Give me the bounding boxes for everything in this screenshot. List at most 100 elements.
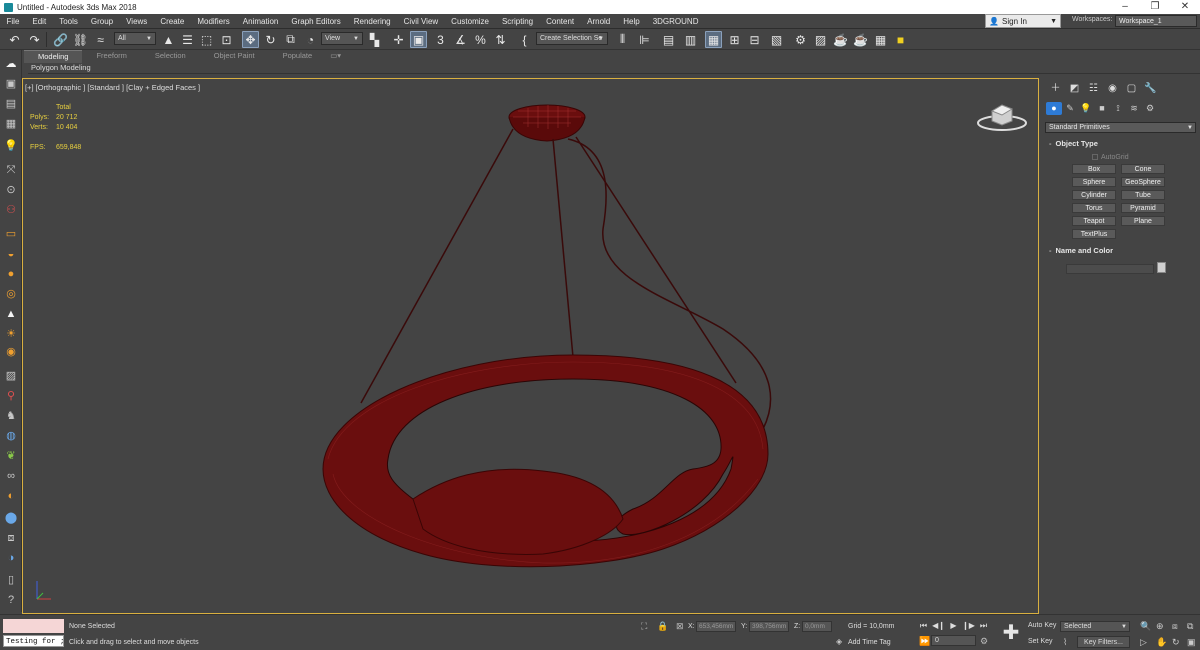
- box-icon[interactable]: ▭: [3, 226, 19, 242]
- key-filters-button[interactable]: Key Filters...: [1077, 636, 1130, 648]
- systems-icon[interactable]: ⚙: [1142, 102, 1158, 115]
- zoom-extents-icon[interactable]: ⧈: [1172, 621, 1178, 632]
- rectangular-selection-icon[interactable]: ⬚: [198, 31, 215, 48]
- geometry-icon[interactable]: ●: [1046, 102, 1062, 115]
- selection-filter-dropdown[interactable]: All ▼: [114, 32, 156, 45]
- tab-selection[interactable]: Selection: [141, 50, 200, 62]
- render-frame-icon[interactable]: ▦: [3, 116, 19, 132]
- go-to-start-icon[interactable]: ⏮: [917, 620, 930, 632]
- material-sphere-icon[interactable]: ⬤: [3, 510, 19, 526]
- select-and-rotate-icon[interactable]: ↻: [262, 31, 279, 48]
- menu-file[interactable]: File: [0, 14, 26, 29]
- autogrid-checkbox[interactable]: AutoGrid: [1092, 154, 1129, 161]
- ribbon-toggle-icon[interactable]: ▦: [705, 31, 722, 48]
- x-coordinate-field[interactable]: 653,456mm: [696, 621, 736, 632]
- menu-civil-view[interactable]: Civil View: [397, 14, 445, 29]
- menu-help[interactable]: Help: [617, 14, 646, 29]
- cone-button[interactable]: Cone: [1121, 164, 1165, 174]
- lights-icon[interactable]: 💡: [1078, 102, 1094, 115]
- menu-tools[interactable]: Tools: [53, 14, 85, 29]
- ribbon-panel-title[interactable]: Polygon Modeling: [28, 63, 91, 72]
- scene-explorer-icon[interactable]: ▤: [660, 31, 677, 48]
- shapes-icon[interactable]: ✎: [1062, 102, 1078, 115]
- pyramid-button[interactable]: Pyramid: [1121, 203, 1165, 213]
- tube-button[interactable]: Tube: [1121, 190, 1165, 200]
- manipulate-icon[interactable]: ✛: [390, 31, 407, 48]
- modify-tab-icon[interactable]: ◩: [1065, 82, 1084, 96]
- sphere-button[interactable]: Sphere: [1072, 177, 1116, 187]
- object-type-rollout[interactable]: - Object Type: [1046, 138, 1194, 150]
- render-setup-icon[interactable]: ⚙: [792, 31, 809, 48]
- biped-icon[interactable]: ♞: [3, 408, 19, 424]
- curve-editor-icon[interactable]: ⊞: [726, 31, 743, 48]
- motion-tab-icon[interactable]: ◉: [1103, 82, 1122, 96]
- maxscript-listener-input[interactable]: Testing for ;: [3, 635, 64, 647]
- menu-arnold[interactable]: Arnold: [581, 14, 617, 29]
- key-selection-dropdown[interactable]: Selected ▼: [1060, 621, 1130, 632]
- helper-icon[interactable]: ⤧: [3, 162, 19, 178]
- y-coordinate-field[interactable]: 398,756mm: [749, 621, 789, 632]
- tab-freeform[interactable]: Freeform: [82, 50, 140, 62]
- hemisphere-icon[interactable]: ◒: [3, 246, 19, 262]
- tab-object-paint[interactable]: Object Paint: [200, 50, 269, 62]
- set-key-button[interactable]: Set Key: [1028, 638, 1053, 645]
- zoom-extents-all-icon[interactable]: ⧉: [1187, 621, 1193, 632]
- viewport-label[interactable]: [+] [Orthographic ] [Standard ] [Clay + …: [25, 83, 200, 92]
- hierarchy-tab-icon[interactable]: ☷: [1084, 82, 1103, 96]
- time-configuration-icon[interactable]: ⚙: [980, 636, 988, 647]
- render-in-cloud-icon[interactable]: ▦: [872, 31, 889, 48]
- maximize-viewport-icon[interactable]: ▣: [1187, 637, 1196, 648]
- previous-frame-icon[interactable]: ◀❙: [932, 620, 945, 632]
- lock-icon[interactable]: 🔒: [657, 621, 668, 632]
- geosphere-button[interactable]: GeoSphere: [1121, 177, 1165, 187]
- pendant-lamp-model[interactable]: [23, 79, 1040, 615]
- layer-manager-icon[interactable]: ▤: [3, 96, 19, 112]
- ribbon-options-icon[interactable]: ▭▾: [326, 50, 345, 62]
- pivot-center-icon[interactable]: ▚: [366, 31, 383, 48]
- target-icon[interactable]: ◉: [3, 344, 19, 360]
- pan-icon[interactable]: ✋: [1156, 637, 1167, 648]
- close-button[interactable]: ✕: [1170, 0, 1200, 14]
- menu-content[interactable]: Content: [540, 14, 581, 29]
- menu-scripting[interactable]: Scripting: [495, 14, 539, 29]
- torus-icon[interactable]: ◎: [3, 286, 19, 302]
- named-selection-set-dropdown[interactable]: Create Selection Se ▼: [536, 32, 608, 45]
- cone-icon[interactable]: ▲: [3, 306, 19, 322]
- rendered-frame-window-icon[interactable]: ▨: [812, 31, 829, 48]
- menu-modifiers[interactable]: Modifiers: [191, 14, 236, 29]
- textplus-button[interactable]: TextPlus: [1072, 229, 1116, 239]
- tab-modeling[interactable]: Modeling: [24, 49, 83, 63]
- menu-graph-editors[interactable]: Graph Editors: [285, 14, 347, 29]
- menu-customize[interactable]: Customize: [445, 14, 496, 29]
- plant-icon[interactable]: ❦: [3, 448, 19, 464]
- object-color-swatch[interactable]: [1157, 262, 1166, 273]
- render-production-icon[interactable]: ☕: [832, 31, 849, 48]
- particle-icon[interactable]: ⚇: [3, 202, 19, 218]
- tab-populate[interactable]: Populate: [269, 50, 327, 62]
- cameras-icon[interactable]: ■: [1094, 102, 1110, 115]
- box-button[interactable]: Box: [1072, 164, 1116, 174]
- select-object-icon[interactable]: ▲: [160, 31, 177, 48]
- rope-icon[interactable]: ∞: [3, 468, 19, 484]
- angle-snap-icon[interactable]: ∡: [452, 31, 469, 48]
- reference-coordinate-dropdown[interactable]: View ▼: [321, 32, 363, 45]
- redo-icon[interactable]: ↷: [26, 31, 43, 48]
- go-to-end-icon[interactable]: ⏭: [977, 620, 990, 632]
- minimize-button[interactable]: –: [1110, 0, 1140, 14]
- menu-views[interactable]: Views: [120, 14, 154, 29]
- isolate-selection-icon[interactable]: ⛶: [641, 621, 647, 632]
- place-icon[interactable]: ◔: [302, 31, 319, 48]
- field-of-view-icon[interactable]: ▷: [1140, 637, 1147, 648]
- absolute-mode-icon[interactable]: ⊠: [676, 621, 684, 632]
- material-icon[interactable]: ◐: [3, 488, 19, 504]
- align-icon[interactable]: ⊫: [636, 31, 653, 48]
- viewport-orthographic[interactable]: [+] [Orthographic ] [Standard ] [Clay + …: [22, 78, 1039, 614]
- zoom-icon[interactable]: 🔍: [1140, 621, 1151, 632]
- viewcube-icon[interactable]: [974, 97, 1030, 137]
- bone-icon[interactable]: ⚲: [3, 388, 19, 404]
- add-time-tag-button[interactable]: Add Time Tag: [848, 639, 891, 646]
- helpers-icon[interactable]: ⟟: [1110, 102, 1126, 115]
- space-warps-icon[interactable]: ≋: [1126, 102, 1142, 115]
- select-by-name-icon[interactable]: ☰: [179, 31, 196, 48]
- bind-space-warp-icon[interactable]: ≈: [92, 31, 109, 48]
